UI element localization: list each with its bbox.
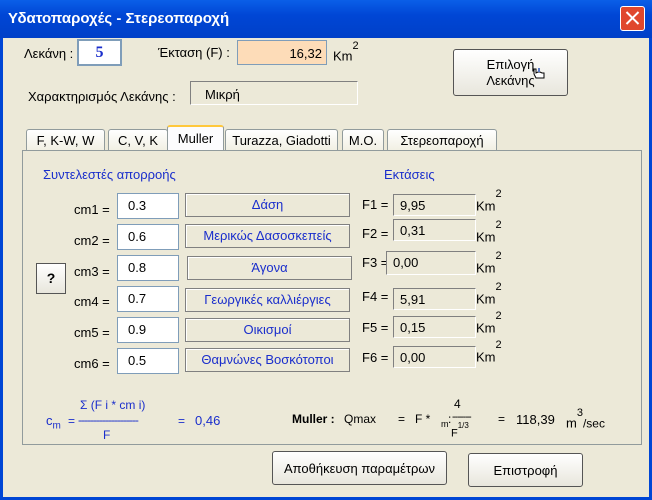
muller-qmax-value: 118,39 [516,412,555,427]
muller-eq-f: = F * [398,412,431,426]
f6-label: F6 = [362,350,389,365]
tab-c-v-k[interactable]: C, V, K [108,129,168,151]
muller-eq-result: = [498,412,506,426]
window-frame-left [0,38,3,500]
f5-unit: Km2 [476,310,502,336]
f3-unit: Km2 [476,250,502,276]
cm-result: 0,46 [195,413,221,428]
muller-label: Muller : [292,412,335,426]
f3-label: F3 = [362,255,389,270]
cm2-input[interactable]: 0.6 [117,224,179,250]
f4-unit: Km2 [476,281,502,307]
cm5-input[interactable]: 0.9 [117,317,179,343]
cm-formula-denominator: F [103,428,111,442]
cm3-input[interactable]: 0.8 [117,255,179,281]
tab-turazza-giadotti[interactable]: Turazza, Giadotti [225,129,338,151]
f1-value: 9,95 [393,194,476,216]
cm-formula-lhs: cm [46,413,61,432]
f6-value: 0,00 [393,346,476,368]
tab-muller[interactable]: Muller [167,125,224,152]
close-button[interactable] [620,6,645,31]
f3-value: 0,00 [386,251,476,275]
muller-colon: : [448,412,452,426]
cm-formula-eq-left: = [68,414,76,428]
cm-formula-divider: -------------------- [78,413,139,427]
back-button[interactable]: Επιστροφή [468,453,583,487]
f5-label: F5 = [362,320,389,335]
select-basin-line2: Λεκάνης [486,73,535,88]
land-use-barren: Άγονα [187,256,352,280]
area-unit: Km2 [333,40,359,64]
cm4-input[interactable]: 0.7 [117,286,179,312]
f6-unit: Km2 [476,339,502,365]
area-value-field[interactable]: 16,32 [237,40,327,65]
classification-value: Μικρή [190,81,358,105]
cm-formula-numerator: Σ (F i * cm i) [80,398,146,412]
land-use-partially-forested: Μερικώς Δασοσκεπείς [185,224,350,248]
cm3-label: cm3 = [74,264,110,279]
basin-label: Λεκάνη : [24,46,74,61]
areas-title: Εκτάσεις [384,167,435,182]
muller-numerator: 4 [454,397,461,411]
tab-sediment-discharge[interactable]: Στερεοπαροχή [387,129,497,151]
help-button[interactable]: ? [36,263,66,294]
cm1-input[interactable]: 0.3 [117,193,179,219]
cm6-input[interactable]: 0.5 [117,348,179,374]
f2-unit: Km2 [476,219,502,245]
f1-unit: Km2 [476,188,502,214]
f2-label: F2 = [362,226,389,241]
area-label: Έκταση (F) : [158,45,230,60]
hand-pointer-icon [533,68,545,79]
land-use-settlements: Οικισμοί [185,318,350,342]
land-use-agricultural: Γεωργικές καλλιέργιες [185,288,350,312]
cm1-label: cm1 = [74,202,110,217]
muller-unit: m3/sec [566,407,605,431]
cm5-label: cm5 = [74,325,110,340]
f5-value: 0,15 [393,316,476,338]
f4-value: 5,91 [393,288,476,310]
cm6-label: cm6 = [74,356,110,371]
classification-label: Χαρακτηρισμός Λεκάνης : [28,89,176,104]
cm2-label: cm2 = [74,233,110,248]
tab-mo[interactable]: M.O. [342,129,384,151]
cm-formula-eq-right: = [178,414,186,428]
muller-qmax: Qmax [344,412,377,426]
window-title: Υδατοπαροχές - Στερεοπαροχή [8,10,230,27]
f4-label: F4 = [362,289,389,304]
f2-value: 0,31 [393,219,476,241]
tab-f-kw-w[interactable]: F, K-W, W [26,129,105,151]
select-basin-button[interactable]: Επιλογή Λεκάνης [453,49,568,96]
land-use-shrublands-pastures: Θαμνώνες Βοσκότοποι [185,348,350,372]
muller-denominator: F1/3 [451,421,469,440]
coefficients-title: Συντελεστές απορροής [43,167,176,182]
save-parameters-button[interactable]: Αποθήκευση παραμέτρων [272,451,447,485]
cm4-label: cm4 = [74,294,110,309]
select-basin-line1: Επιλογή [486,57,535,72]
land-use-forest: Δάση [185,193,350,217]
basin-number-field[interactable]: 5 [77,39,122,66]
f1-label: F1 = [362,197,389,212]
